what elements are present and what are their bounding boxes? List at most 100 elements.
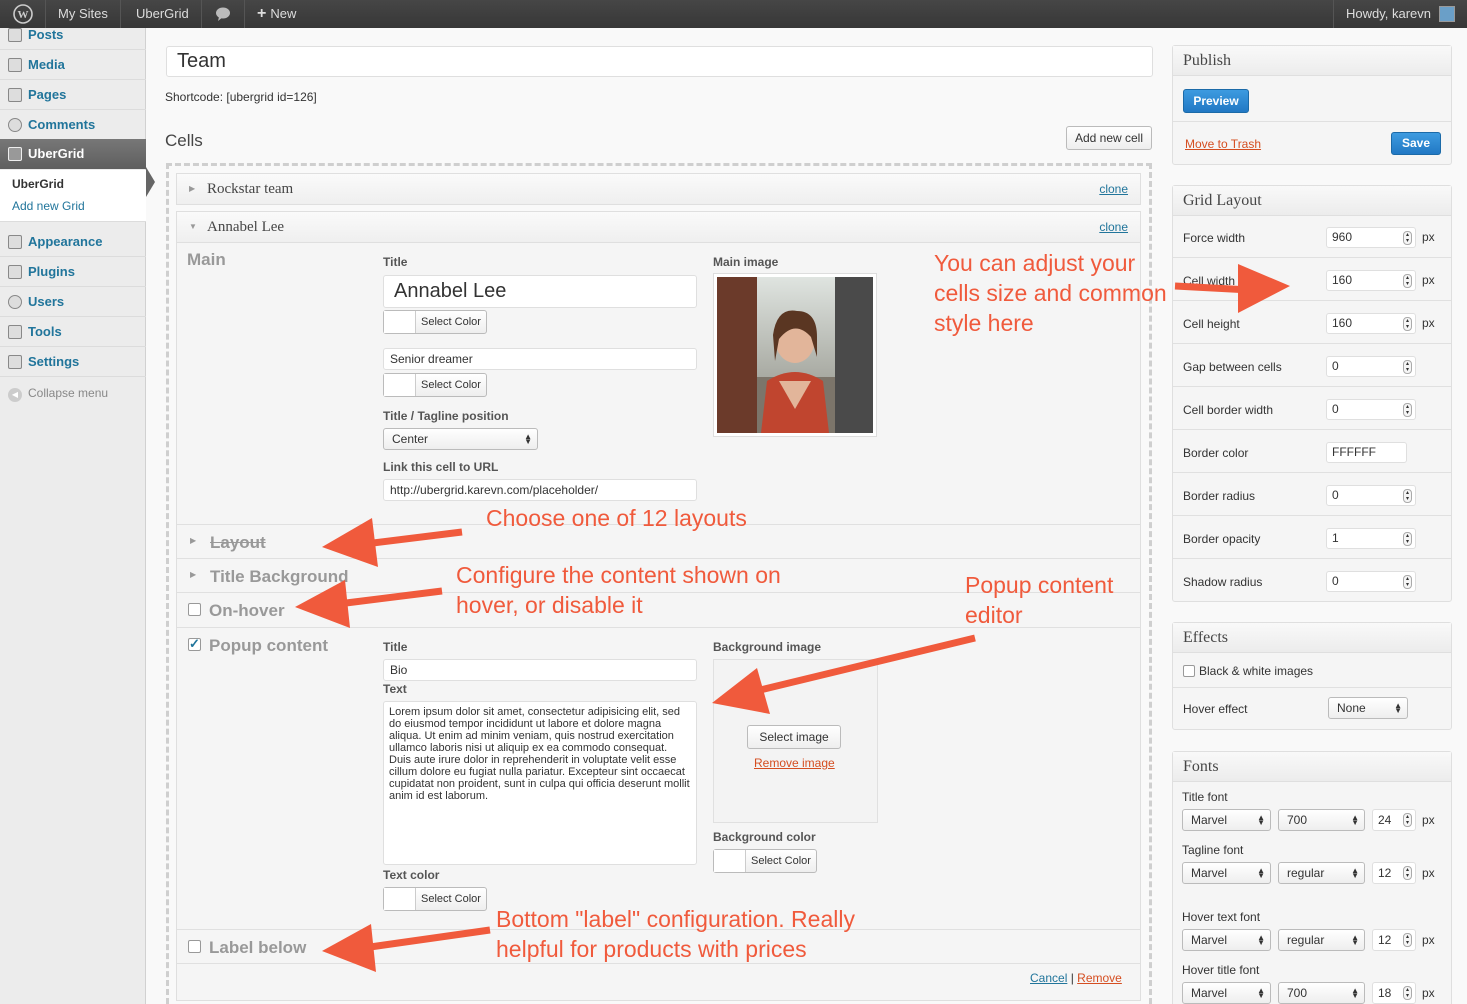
spinner-arrows-icon[interactable]: ▴ ▾: [1403, 813, 1412, 827]
sidebar-item-comments[interactable]: Comments: [0, 110, 146, 140]
add-new-cell-button[interactable]: Add new cell: [1066, 126, 1152, 150]
cell-title-input[interactable]: Annabel Lee: [383, 275, 697, 308]
save-button[interactable]: Save: [1391, 132, 1441, 155]
popup-title-input[interactable]: Bio: [383, 659, 697, 681]
sidebar-item-media[interactable]: Media: [0, 50, 146, 80]
new-label: New: [270, 6, 297, 21]
font-size-input[interactable]: 12 ▴ ▾: [1372, 862, 1416, 884]
sidebar-item-label: Pages: [28, 87, 67, 102]
sidebar-item-users[interactable]: Users: [0, 287, 146, 317]
spinner-arrows-icon[interactable]: ▴ ▾: [1403, 402, 1412, 417]
font-family-select[interactable]: Marvel ▲ ▼: [1182, 809, 1271, 831]
spinner-arrows-icon[interactable]: ▴ ▾: [1403, 574, 1412, 589]
spinner-arrows-icon[interactable]: ▴ ▾: [1403, 933, 1412, 947]
expand-triangle-icon: ▶: [190, 570, 197, 579]
move-to-trash-link[interactable]: Move to Trash: [1185, 137, 1261, 151]
font-size-input[interactable]: 12 ▴ ▾: [1372, 929, 1416, 951]
sidebar-item-ubergrid[interactable]: UberGrid: [0, 139, 146, 169]
grid-setting-input[interactable]: FFFFFF: [1326, 442, 1407, 463]
on-hover-checkbox[interactable]: [188, 603, 201, 616]
hover-effect-select[interactable]: None ▲ ▼: [1328, 697, 1408, 719]
cancel-link[interactable]: Cancel: [1030, 971, 1067, 985]
font-size-value: 24: [1378, 813, 1392, 827]
select-arrows-icon: ▲ ▼: [1257, 866, 1265, 880]
popup-text-area[interactable]: Lorem ipsum dolor sit amet, consectetur …: [383, 701, 697, 865]
font-family-select[interactable]: Marvel ▲ ▼: [1182, 982, 1271, 1004]
spinner-arrows-icon[interactable]: ▴ ▾: [1403, 866, 1412, 880]
clone-link[interactable]: clone: [1099, 220, 1128, 234]
grid-setting-input[interactable]: 160 ▴ ▾: [1326, 270, 1416, 291]
comments-bubble-icon[interactable]: [201, 0, 245, 28]
font-weight-select[interactable]: 700 ▲ ▼: [1278, 809, 1365, 831]
font-size-input[interactable]: 18 ▴ ▾: [1372, 982, 1416, 1004]
preview-button[interactable]: Preview: [1183, 89, 1249, 113]
spinner-arrows-icon[interactable]: ▴ ▾: [1403, 316, 1412, 331]
sidebar-item-appearance[interactable]: Appearance: [0, 227, 146, 257]
shortcode-text: Shortcode: [ubergrid id=126]: [165, 90, 317, 104]
account-menu[interactable]: Howdy, karevn: [1332, 0, 1467, 28]
bg-select-color-button[interactable]: Select Color: [713, 849, 817, 873]
clone-link[interactable]: clone: [1099, 182, 1128, 196]
font-family-select[interactable]: Marvel ▲ ▼: [1182, 862, 1271, 884]
bg-color-label: Background color: [713, 830, 816, 844]
publish-heading: Publish: [1173, 46, 1451, 76]
title-select-color-button[interactable]: Select Color: [383, 310, 487, 334]
position-select[interactable]: Center ▲ ▼: [383, 428, 538, 450]
tagline-select-color-button[interactable]: Select Color: [383, 373, 487, 397]
sidebar-item-plugins[interactable]: Plugins: [0, 257, 146, 287]
popup-content-checkbox[interactable]: ✓: [188, 637, 201, 651]
black-white-checkbox[interactable]: [1183, 665, 1195, 677]
action-separator: |: [1070, 971, 1074, 985]
spinner-arrows-icon[interactable]: ▴ ▾: [1403, 230, 1412, 245]
cell-rockstar-team[interactable]: ▶ Rockstar team clone: [176, 173, 1141, 205]
grid-setting-input[interactable]: 0 ▴ ▾: [1326, 356, 1416, 377]
cell-annabel-lee-header[interactable]: ▼ Annabel Lee clone: [176, 211, 1141, 243]
spinner-arrows-icon[interactable]: ▴ ▾: [1403, 986, 1412, 1000]
spinner-arrows-icon[interactable]: ▴ ▾: [1403, 273, 1412, 288]
fonts-heading: Fonts: [1173, 752, 1451, 782]
title-background-section-title[interactable]: Title Background: [210, 567, 349, 587]
font-weight-select[interactable]: 700 ▲ ▼: [1278, 982, 1365, 1004]
select-image-button[interactable]: Select image: [747, 725, 841, 749]
spinner-arrows-icon[interactable]: ▴ ▾: [1403, 359, 1412, 374]
select-value: regular: [1287, 866, 1325, 880]
sidebar-item-label: UberGrid: [28, 146, 85, 161]
font-size-input[interactable]: 24 ▴ ▾: [1372, 809, 1416, 831]
collapse-menu-button[interactable]: ◀ Collapse menu: [8, 386, 108, 402]
layout-section-title[interactable]: Layout: [210, 533, 266, 553]
grid-setting-input[interactable]: 960 ▴ ▾: [1326, 227, 1416, 248]
font-size-value: 12: [1378, 866, 1392, 880]
remove-link[interactable]: Remove: [1077, 971, 1122, 985]
grid-setting-input[interactable]: 160 ▴ ▾: [1326, 313, 1416, 334]
submenu-ubergrid[interactable]: UberGrid: [12, 177, 64, 191]
grid-setting-value: 0: [1332, 402, 1339, 416]
grid-title-input[interactable]: Team: [166, 46, 1153, 77]
tagline-input[interactable]: Senior dreamer: [383, 348, 697, 370]
grid-setting-input[interactable]: 0 ▴ ▾: [1326, 485, 1416, 506]
text-select-color-button[interactable]: Select Color: [383, 887, 487, 911]
spinner-arrows-icon[interactable]: ▴ ▾: [1403, 531, 1412, 546]
main-image-thumbnail[interactable]: [713, 273, 877, 437]
media-icon: [8, 58, 22, 72]
submenu-add-new-grid[interactable]: Add new Grid: [12, 199, 85, 213]
grid-setting-input[interactable]: 0 ▴ ▾: [1326, 399, 1416, 420]
label-below-checkbox[interactable]: [188, 940, 201, 953]
font-family-select[interactable]: Marvel ▲ ▼: [1182, 929, 1271, 951]
sidebar-item-settings[interactable]: Settings: [0, 347, 146, 377]
sidebar-item-pages[interactable]: Pages: [0, 80, 146, 110]
sidebar-item-posts[interactable]: Posts: [0, 20, 146, 50]
grid-setting-input[interactable]: 1 ▴ ▾: [1326, 528, 1416, 549]
new-content-menu[interactable]: + New: [245, 0, 308, 28]
grid-setting-input[interactable]: 0 ▴ ▾: [1326, 571, 1416, 592]
spinner-arrows-icon[interactable]: ▴ ▾: [1403, 488, 1412, 503]
on-hover-section-title: On-hover: [209, 601, 285, 620]
remove-image-link[interactable]: Remove image: [754, 756, 835, 770]
font-weight-select[interactable]: regular ▲ ▼: [1278, 862, 1365, 884]
sidebar-item-tools[interactable]: Tools: [0, 317, 146, 347]
sidebar-item-label: Tools: [28, 324, 62, 339]
unit-label: px: [1422, 230, 1435, 244]
link-url-input[interactable]: http://ubergrid.karevn.com/placeholder/: [383, 479, 697, 501]
font-weight-select[interactable]: regular ▲ ▼: [1278, 929, 1365, 951]
effects-heading: Effects: [1173, 623, 1451, 653]
black-white-label: Black & white images: [1199, 664, 1314, 678]
